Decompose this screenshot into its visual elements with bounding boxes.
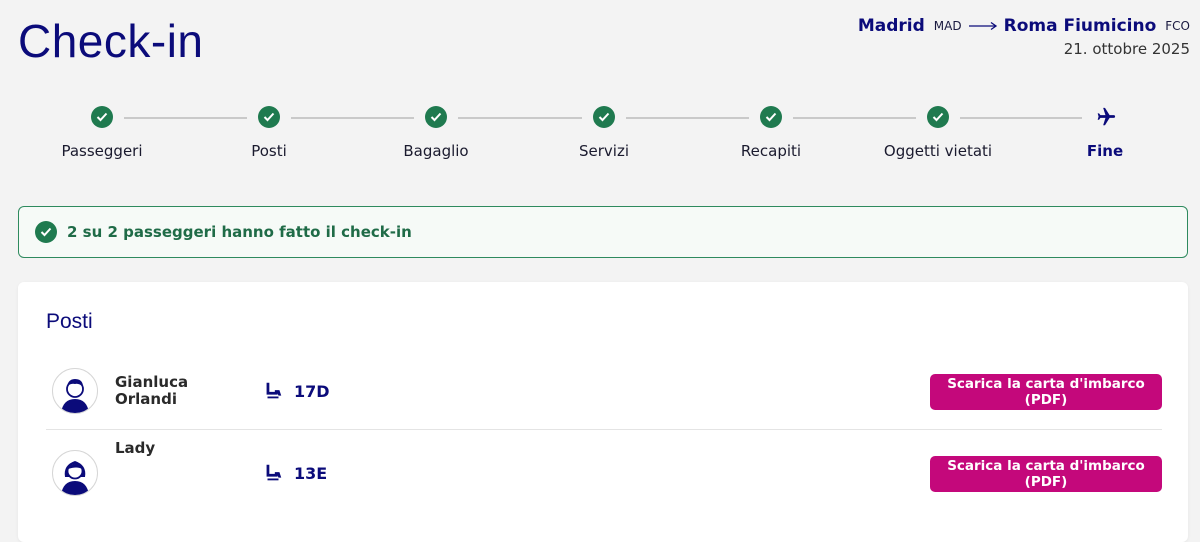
step-oggetti-vietati[interactable]: Oggetti vietati xyxy=(868,106,1008,160)
origin-code: MAD xyxy=(933,19,962,33)
check-circle-icon xyxy=(35,221,57,243)
check-icon xyxy=(760,106,782,128)
seats-card-title: Posti xyxy=(46,310,93,333)
banner-text: 2 su 2 passeggeri hanno fatto il check-i… xyxy=(67,223,412,241)
row-divider xyxy=(46,429,1162,430)
step-label: Fine xyxy=(1086,142,1124,160)
download-boarding-pass-button[interactable]: Scarica la carta d'imbarco (PDF) xyxy=(930,374,1162,410)
check-icon xyxy=(258,106,280,128)
step-passeggeri[interactable]: Passeggeri xyxy=(32,106,172,160)
step-recapiti[interactable]: Recapiti xyxy=(701,106,841,160)
seat-icon xyxy=(266,464,282,481)
seat-number: 13E xyxy=(294,464,328,483)
passenger-name: Gianluca Orlandi xyxy=(115,373,189,408)
female-avatar-icon xyxy=(52,450,98,496)
step-bagaglio[interactable]: Bagaglio xyxy=(366,106,506,160)
checkin-success-banner: 2 su 2 passeggeri hanno fatto il check-i… xyxy=(18,206,1188,258)
passenger-row: Lady 13E Scarica la carta d'imbarco (PDF… xyxy=(46,438,1162,510)
passenger-name: Lady xyxy=(115,439,156,457)
origin-city: Madrid xyxy=(857,16,925,36)
arrow-right-icon xyxy=(968,21,997,31)
passenger-row: Gianluca Orlandi 17D Scarica la carta d'… xyxy=(46,356,1162,428)
flight-route: Madrid MAD Roma Fiumicino FCO 21. ottobr… xyxy=(858,16,1190,58)
male-avatar-icon xyxy=(52,368,98,414)
destination-code: FCO xyxy=(1165,19,1190,33)
step-label: Oggetti vietati xyxy=(883,142,993,160)
check-icon xyxy=(425,106,447,128)
destination-city: Roma Fiumicino xyxy=(1003,16,1157,36)
step-fine: Fine xyxy=(1035,106,1175,160)
download-boarding-pass-button[interactable]: Scarica la carta d'imbarco (PDF) xyxy=(930,456,1162,492)
seat-icon xyxy=(266,382,282,399)
check-icon xyxy=(91,106,113,128)
step-label: Passeggeri xyxy=(61,142,143,160)
step-posti[interactable]: Posti xyxy=(199,106,339,160)
seat-number: 17D xyxy=(294,382,330,401)
step-servizi[interactable]: Servizi xyxy=(534,106,674,160)
step-label: Posti xyxy=(251,142,287,160)
airplane-icon xyxy=(1094,106,1116,128)
flight-date: 21. ottobre 2025 xyxy=(1063,40,1190,58)
step-label: Bagaglio xyxy=(403,142,469,160)
checkin-stepper: Passeggeri Posti Bagaglio Servizi Recapi… xyxy=(0,106,1200,166)
seats-card: Posti Gianluca Orlandi 17D Scarica la ca… xyxy=(18,282,1188,542)
check-icon xyxy=(593,106,615,128)
step-label: Recapiti xyxy=(740,142,802,160)
page-title: Check-in xyxy=(18,15,204,67)
step-label: Servizi xyxy=(578,142,629,160)
check-icon xyxy=(927,106,949,128)
